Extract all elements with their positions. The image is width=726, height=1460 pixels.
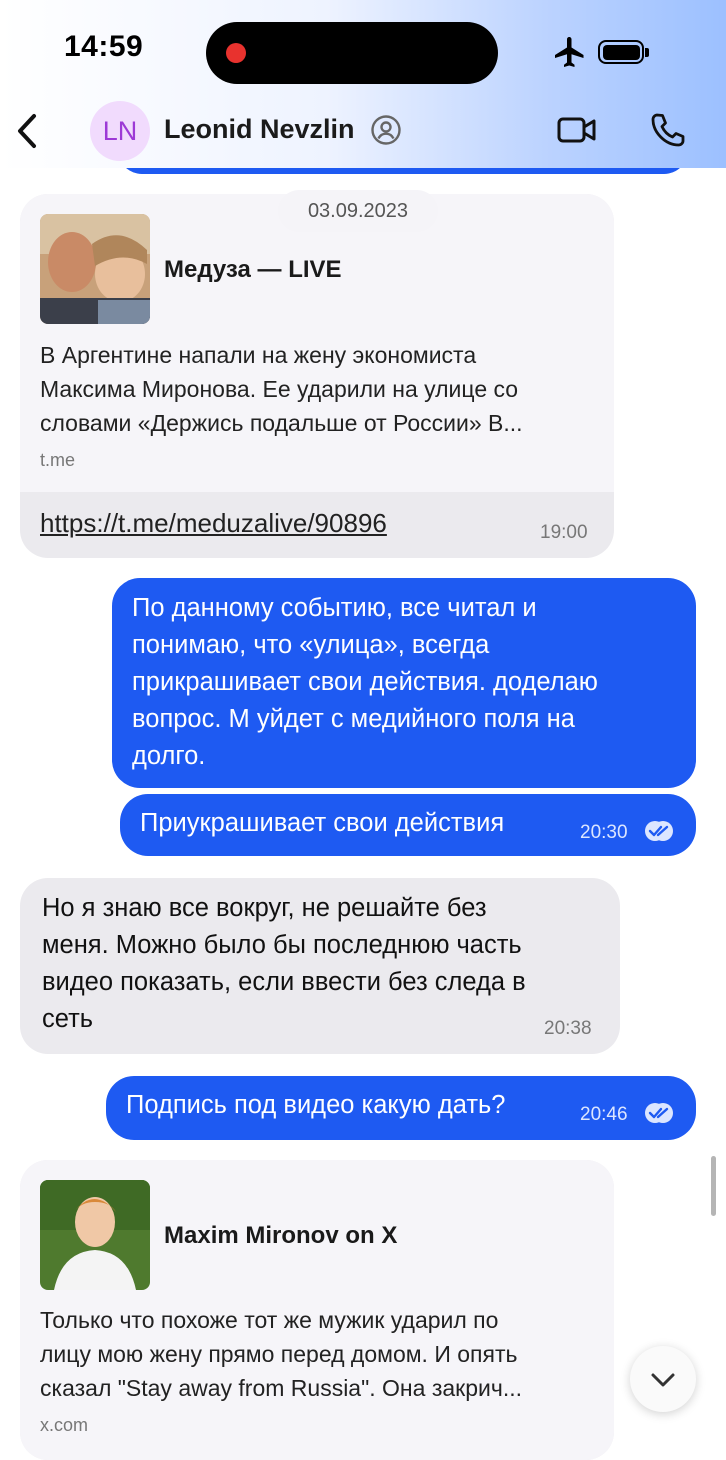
status-time: 14:59 [64,30,144,63]
phone-icon[interactable] [648,110,688,150]
avatar[interactable]: LN [90,101,150,161]
read-receipt-icon [645,821,673,841]
scroll-to-bottom-button[interactable] [630,1346,696,1412]
preview-domain: x.com [40,1415,89,1435]
contact-info-icon[interactable] [370,114,402,146]
link-preview[interactable]: Maxim Mironov on X Только что похоже тот… [20,1160,614,1460]
message-text-line: По данному событию, все читал и [132,594,537,622]
chat-header: 14:59 LN Leonid Nevzlin [0,0,726,168]
message-text-line: долго. [132,742,206,770]
preview-text-line: В Аргентине напали на жену экономиста [40,342,477,368]
message-text-line: Но я знаю все вокруг, не решайте без [42,894,487,922]
message-time: 19:00 [540,522,588,543]
date-separator: 03.09.2023 [278,190,438,232]
contact-name[interactable]: Leonid Nevzlin [164,114,355,145]
link-preview[interactable]: Медуза — LIVE В Аргентине напали на жену… [20,194,614,492]
preview-thumbnail [40,1180,150,1290]
message-time: 20:30 [580,822,628,843]
message-text: Приукрашивает свои действия [140,809,505,837]
back-chevron-icon[interactable] [10,110,46,152]
message-text: По данному событию, все читал и понимаю,… [132,590,598,775]
incoming-link-message[interactable]: Медуза — LIVE В Аргентине напали на жену… [20,194,614,558]
preview-text-line: Только что похоже тот же мужик ударил по [40,1307,499,1333]
preview-text-line: словами «Держись подальше от России» В..… [40,410,523,436]
message-time: 20:46 [580,1104,628,1125]
message-text-line: видео показать, если ввести без следа в [42,968,526,996]
outgoing-message[interactable]: Подпись под видео какую дать? 20:46 [106,1076,696,1140]
incoming-link-message[interactable]: Maxim Mironov on X Только что похоже тот… [20,1160,614,1460]
message-text: Подпись под видео какую дать? [126,1091,506,1119]
dynamic-island [206,22,498,84]
battery-icon [598,40,649,64]
message-text-line: вопрос. М уйдет с медийного поля на [132,705,575,733]
preview-site-name: Maxim Mironov on X [164,1222,398,1249]
recording-indicator [226,43,246,63]
chevron-down-icon [651,1373,675,1387]
preview-text-line: сказал "Stay away from Russia". Она закр… [40,1375,523,1401]
scrollbar[interactable] [711,1156,716,1216]
message-link[interactable]: https://t.me/meduzalive/90896 [40,508,387,539]
video-call-icon[interactable] [556,112,598,148]
preview-text-line: Максима Миронова. Ее ударили на улице со [40,376,519,402]
preview-text: В Аргентине напали на жену экономиста Ма… [40,338,610,440]
read-receipt-icon [645,1103,673,1123]
message-text: Но я знаю все вокруг, не решайте без мен… [42,890,526,1038]
preview-text-line: лицу мою жену прямо перед домом. И опять [40,1341,518,1367]
message-text-line: меня. Можно было бы последнюю часть [42,931,522,959]
outgoing-message[interactable]: По данному событию, все читал и понимаю,… [112,578,696,788]
preview-domain: t.me [40,450,76,470]
preview-site-name: Медуза — LIVE [164,256,342,283]
message-text-line: понимаю, что «улица», всегда [132,631,490,659]
airplane-mode-icon [555,37,584,67]
outgoing-message[interactable]: Приукрашивает свои действия 20:30 [120,794,696,856]
incoming-message[interactable]: Но я знаю все вокруг, не решайте без мен… [20,878,620,1054]
preview-text: Только что похоже тот же мужик ударил по… [40,1303,610,1405]
message-time: 20:38 [544,1018,592,1039]
preview-thumbnail [40,214,150,324]
message-text-line: сеть [42,1005,94,1033]
message-text-line: прикрашивает свои действия. доделаю [132,668,598,696]
